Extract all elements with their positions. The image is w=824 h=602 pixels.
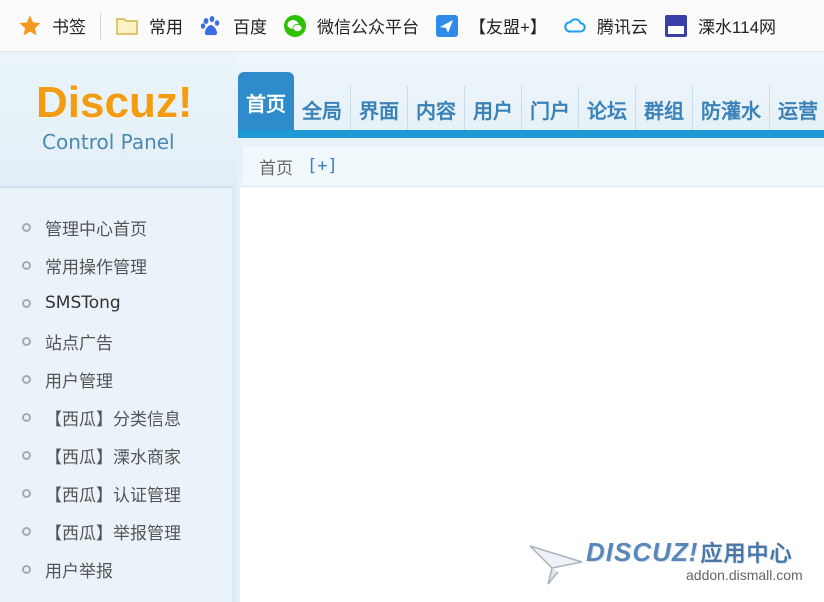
sidebar-item-label: 【西瓜】举报管理 — [45, 523, 181, 544]
tencent-cloud-icon — [563, 14, 587, 38]
nav-tab-home[interactable]: 首页 — [238, 72, 294, 132]
bullet-icon — [22, 222, 31, 232]
sidebar-item-admin-home[interactable]: 管理中心首页 — [0, 208, 232, 246]
bullet-icon — [22, 336, 31, 346]
logo-subtitle: Control Panel — [42, 130, 175, 154]
sidebar-item-label: 站点广告 — [45, 333, 113, 354]
sidebar-item-label: 管理中心首页 — [45, 219, 147, 240]
nav-tab-antispam[interactable]: 防灌水 — [693, 86, 770, 132]
nav-underline-bar — [238, 130, 824, 138]
sidebar-item-user-management[interactable]: 用户管理 — [0, 360, 232, 398]
sidebar-item-label: 【西瓜】认证管理 — [45, 485, 181, 506]
bookmarks-bar: 书签 常用 百度 微信公众平台 【友盟+】 腾讯云 溧水114网 — [0, 0, 824, 52]
sidebar-item-xigua-merchants[interactable]: 【西瓜】溧水商家 — [0, 436, 232, 474]
bookmark-wechat[interactable]: 微信公众平台 — [283, 11, 419, 41]
add-shortcut-button[interactable]: [+] — [307, 156, 338, 176]
star-icon — [18, 14, 42, 38]
sidebar-item-xigua-reports[interactable]: 【西瓜】举报管理 — [0, 512, 232, 550]
bookmark-label: 腾讯云 — [596, 18, 648, 37]
sidebar-item-label: SMSTong — [45, 293, 121, 313]
sidebar: 管理中心首页 常用操作管理 SMSTong 站点广告 用户管理 【西瓜】分类信息… — [0, 186, 232, 602]
bookmark-label: 溧水114网 — [697, 18, 777, 37]
bullet-icon — [22, 412, 31, 422]
bookmark-baidu[interactable]: 百度 — [199, 11, 267, 41]
nav-tab-portal[interactable]: 门户 — [522, 86, 579, 132]
bullet-icon — [22, 526, 31, 536]
breadcrumb-home[interactable]: 首页 — [259, 154, 293, 179]
sidebar-item-label: 用户举报 — [45, 561, 113, 582]
nav-tab-groups[interactable]: 群组 — [636, 86, 693, 132]
bullet-icon — [22, 260, 31, 270]
top-nav: 首页 全局 界面 内容 用户 门户 论坛 群组 防灌水 运营 — [238, 72, 824, 132]
bookmark-label: 百度 — [233, 18, 267, 37]
nav-tab-users[interactable]: 用户 — [465, 86, 522, 132]
bullet-icon — [22, 298, 31, 308]
admin-header: Discuz! Control Panel 首页 全局 界面 内容 用户 门户 … — [0, 52, 824, 186]
bookmark-tencent-cloud[interactable]: 腾讯云 — [563, 11, 648, 41]
watermark-url: addon.dismall.com — [686, 567, 803, 583]
baidu-paw-icon — [199, 14, 223, 38]
sidebar-item-user-reports[interactable]: 用户举报 — [0, 550, 232, 588]
nav-tab-forum[interactable]: 论坛 — [579, 86, 636, 132]
wechat-icon — [283, 14, 307, 38]
paper-plane-icon — [529, 545, 583, 585]
sidebar-item-label: 【西瓜】分类信息 — [45, 409, 181, 430]
nav-tab-interface[interactable]: 界面 — [351, 86, 408, 132]
sidebar-item-label: 用户管理 — [45, 371, 113, 392]
sidebar-item-label: 常用操作管理 — [45, 257, 147, 278]
watermark-brand-cn: 应用中心 — [700, 541, 793, 566]
watermark-brand-text: DISCUZ! — [586, 537, 699, 567]
sidebar-item-site-ads[interactable]: 站点广告 — [0, 322, 232, 360]
bookmark-star[interactable]: 书签 — [18, 11, 86, 41]
sidebar-menu: 管理中心首页 常用操作管理 SMSTong 站点广告 用户管理 【西瓜】分类信息… — [0, 188, 232, 588]
bookmark-label: 微信公众平台 — [317, 18, 419, 37]
bookmark-folder-common[interactable]: 常用 — [115, 11, 183, 41]
watermark-brand: DISCUZ!应用中心 — [586, 536, 792, 568]
sidebar-item-xigua-verification[interactable]: 【西瓜】认证管理 — [0, 474, 232, 512]
breadcrumb: 首页 [+] — [243, 146, 824, 186]
bookmark-label: 【友盟+】 — [469, 18, 547, 37]
sidebar-divider[interactable] — [232, 186, 240, 602]
bookmark-youmeng[interactable]: 【友盟+】 — [435, 11, 547, 41]
sidebar-item-xigua-classified[interactable]: 【西瓜】分类信息 — [0, 398, 232, 436]
bullet-icon — [22, 374, 31, 384]
bullet-icon — [22, 488, 31, 498]
bookmark-label: 常用 — [149, 18, 183, 37]
discuz-logo[interactable]: Discuz! Control Panel — [0, 52, 238, 186]
lishui114-logo-icon — [664, 14, 688, 38]
bookmark-label: 书签 — [52, 18, 86, 37]
nav-tab-content[interactable]: 内容 — [408, 86, 465, 132]
bookmark-lishui114[interactable]: 溧水114网 — [664, 11, 776, 41]
sidebar-item-smstong[interactable]: SMSTong — [0, 284, 232, 322]
watermark: DISCUZ!应用中心 addon.dismall.com — [528, 536, 818, 596]
nav-tab-operations[interactable]: 运营 — [770, 86, 824, 132]
sidebar-item-label: 【西瓜】溧水商家 — [45, 447, 181, 468]
sidebar-item-common-ops[interactable]: 常用操作管理 — [0, 246, 232, 284]
logo-text: Discuz! — [36, 78, 193, 127]
nav-tab-global[interactable]: 全局 — [294, 86, 351, 132]
bookmark-separator — [100, 12, 101, 39]
bullet-icon — [22, 564, 31, 574]
folder-icon — [115, 14, 139, 38]
youmeng-plane-icon — [435, 14, 459, 38]
bullet-icon — [22, 450, 31, 460]
